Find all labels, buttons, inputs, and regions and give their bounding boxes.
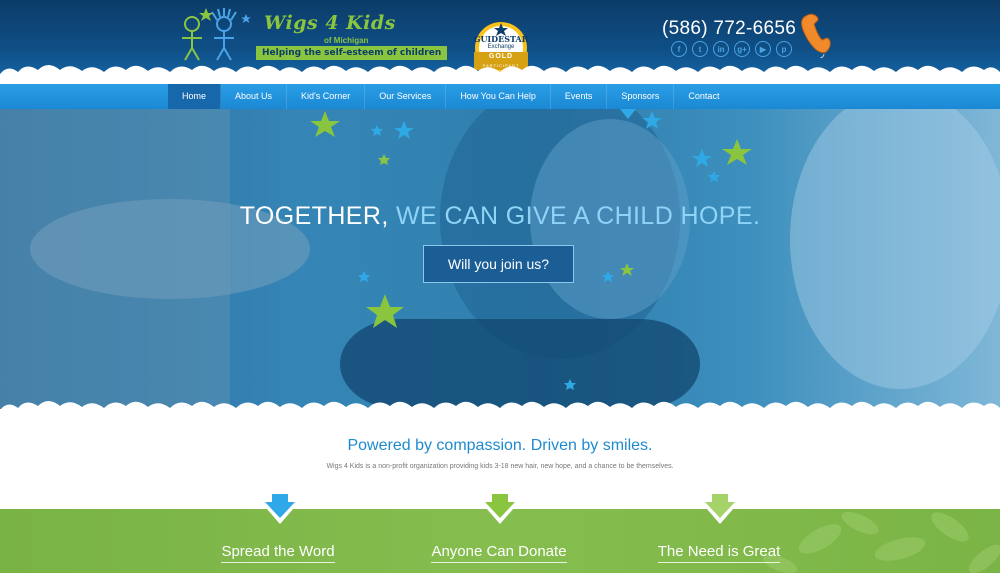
- nav-item-our-services[interactable]: Our Services: [365, 84, 447, 109]
- cloud-border-bottom: [0, 401, 1000, 422]
- site-logo[interactable]: Wigs 4 Kids of Michigan Helping the self…: [172, 6, 448, 66]
- twitter-icon[interactable]: t: [692, 41, 708, 57]
- nav-item-home[interactable]: Home: [168, 84, 222, 109]
- mission-text: Wigs 4 Kids is a non-profit organization…: [326, 463, 674, 470]
- logo-title: Wigs 4 Kids: [264, 12, 396, 34]
- hero-banner: TOGETHER, WE CAN GIVE A CHILD HOPE. Will…: [0, 109, 1000, 409]
- logo-tagline: Helping the self-esteem of children: [256, 46, 448, 60]
- down-arrow-lightgreen-icon: [699, 494, 741, 524]
- mission-heading: Powered by compassion. Driven by smiles.: [347, 437, 653, 454]
- nav-item-kids-corner[interactable]: Kid's Corner: [287, 84, 366, 109]
- feature-the-need-is-great[interactable]: The Need is Great: [629, 543, 809, 563]
- telephone-handset-icon: [801, 13, 831, 58]
- down-arrow-green-icon: [479, 494, 521, 524]
- feature-anyone-can-donate[interactable]: Anyone Can Donate: [409, 543, 589, 563]
- badge-line-3: GOLD: [488, 53, 514, 60]
- cloud-border-top: [0, 65, 1000, 82]
- logo-subtitle: of Michigan: [324, 36, 369, 45]
- hero-headline-part-2: WE CAN GIVE A CHILD HOPE.: [396, 202, 761, 230]
- site-header: Wigs 4 Kids of Michigan Helping the self…: [0, 0, 1000, 82]
- down-arrow-blue-icon: [259, 494, 301, 524]
- kids-drawing-icon: [182, 8, 251, 61]
- feature-label: Spread the Word: [221, 543, 335, 563]
- nav-item-about-us[interactable]: About Us: [221, 84, 288, 109]
- nav-item-contact[interactable]: Contact: [674, 84, 733, 109]
- hero-headline-part-1: TOGETHER,: [239, 202, 389, 230]
- badge-line-1: GUIDESTAR: [473, 34, 529, 44]
- nav-item-sponsors[interactable]: Sponsors: [607, 84, 675, 109]
- pinterest-icon[interactable]: p: [776, 41, 792, 57]
- social-links: f t in g+ ▶ p: [671, 41, 792, 57]
- feature-label: Anyone Can Donate: [431, 543, 567, 563]
- badge-line-2: Exchange: [487, 44, 515, 50]
- feature-label: The Need is Great: [657, 543, 781, 563]
- hero-headline: TOGETHER, WE CAN GIVE A CHILD HOPE.: [0, 202, 1000, 231]
- join-us-button[interactable]: Will you join us?: [423, 245, 574, 283]
- feature-spread-the-word[interactable]: Spread the Word: [188, 543, 368, 563]
- google-plus-icon[interactable]: g+: [734, 41, 750, 57]
- linkedin-icon[interactable]: in: [713, 41, 729, 57]
- nav-item-events[interactable]: Events: [551, 84, 608, 109]
- phone-number[interactable]: (586) 772-6656: [662, 18, 796, 40]
- youtube-icon[interactable]: ▶: [755, 41, 771, 57]
- facebook-icon[interactable]: f: [671, 41, 687, 57]
- main-navigation: Home About Us Kid's Corner Our Services …: [0, 84, 1000, 109]
- nav-item-how-you-can-help[interactable]: How You Can Help: [446, 84, 551, 109]
